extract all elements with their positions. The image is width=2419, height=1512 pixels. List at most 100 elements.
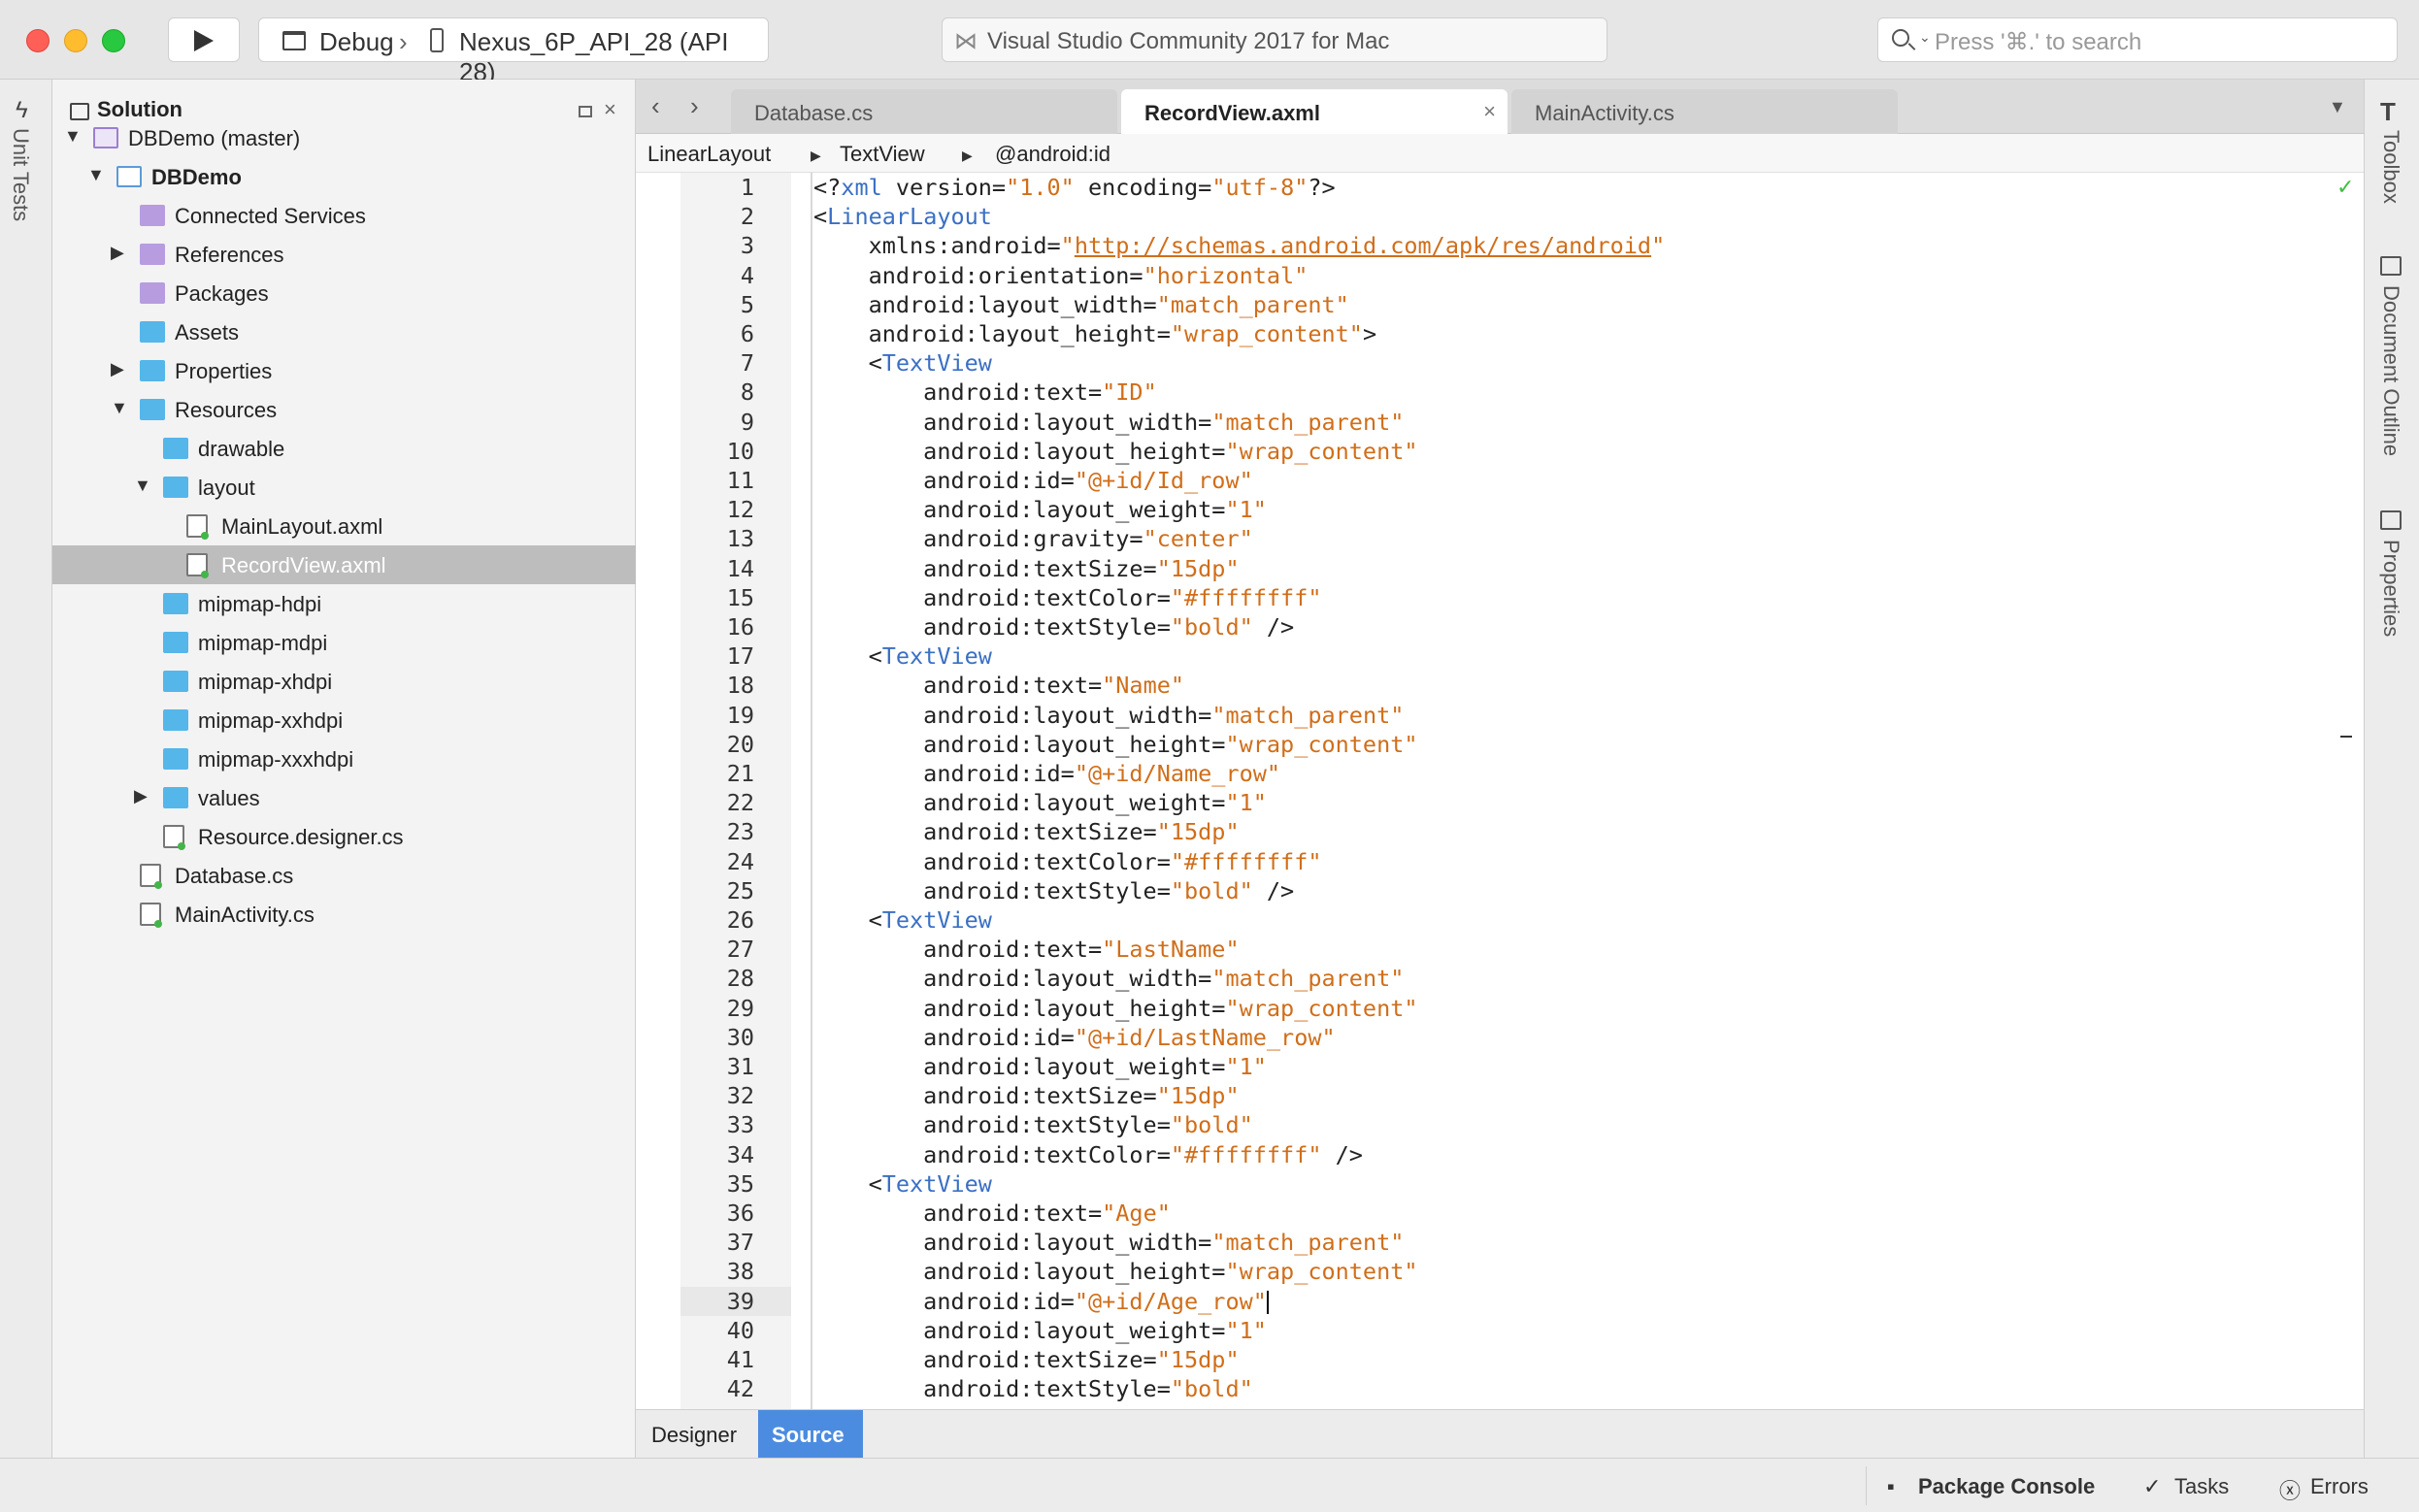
code-line[interactable]: android:textSize="15dp" — [813, 1345, 1239, 1374]
tasks-button[interactable]: Tasks — [2174, 1474, 2229, 1499]
code-line[interactable]: android:layout_height="wrap_content" — [813, 994, 1417, 1023]
tree-item[interactable]: mipmap-xhdpi — [52, 662, 636, 701]
tree-item[interactable]: RecordView.axml — [52, 545, 636, 584]
error-icon: ⓧ — [2279, 1479, 2302, 1503]
code-line[interactable]: android:textSize="15dp" — [813, 817, 1239, 846]
tree-item[interactable]: MainActivity.cs — [52, 895, 636, 934]
code-line[interactable]: <TextView — [813, 348, 992, 378]
disclosure-expanded-icon[interactable]: ▼ — [87, 165, 105, 185]
maximize-window-button[interactable] — [102, 29, 125, 52]
forward-arrow-icon[interactable]: › — [690, 91, 699, 121]
code-line[interactable]: android:text="Name" — [813, 671, 1184, 700]
code-line[interactable]: android:textStyle="bold" /> — [813, 876, 1294, 905]
configuration-selector[interactable]: Debug › Nexus_6P_API_28 (API 28) — [258, 17, 769, 86]
breadcrumb-item[interactable]: TextView — [840, 142, 925, 167]
designer-tab[interactable]: Designer — [636, 1410, 758, 1459]
code-line[interactable]: android:id="@+id/Age_row" — [813, 1287, 1269, 1316]
disclosure-expanded-icon[interactable]: ▼ — [64, 126, 82, 147]
code-line[interactable]: android:id="@+id/Id_row" — [813, 466, 1253, 495]
code-line[interactable]: android:textColor="#ffffffff" — [813, 847, 1321, 876]
tab-database-cs[interactable]: Database.cs — [731, 89, 1117, 134]
disclosure-collapsed-icon[interactable]: ▶ — [111, 243, 124, 263]
code-line[interactable]: android:textSize="15dp" — [813, 554, 1239, 583]
tree-item[interactable]: ▶ Properties — [52, 351, 636, 390]
disclosure-expanded-icon[interactable]: ▼ — [134, 476, 151, 496]
code-line[interactable]: <TextView — [813, 641, 992, 671]
code-line[interactable]: android:layout_width="match_parent" — [813, 290, 1349, 319]
errors-button[interactable]: Errors — [2310, 1474, 2369, 1499]
breadcrumb-item[interactable]: @android:id — [995, 142, 1110, 167]
tree-item[interactable]: mipmap-xxxhdpi — [52, 740, 636, 778]
minimize-window-button[interactable] — [64, 29, 87, 52]
tree-item[interactable]: ▼ layout — [52, 468, 636, 507]
properties-pad-tab[interactable]: Properties — [2378, 540, 2403, 637]
maximize-pane-icon[interactable] — [579, 106, 592, 117]
tab-mainactivity-cs[interactable]: MainActivity.cs — [1511, 89, 1898, 134]
code-line[interactable]: android:layout_weight="1" — [813, 1052, 1267, 1081]
code-line[interactable]: android:layout_weight="1" — [813, 1316, 1267, 1345]
tree-item[interactable]: MainLayout.axml — [52, 507, 636, 545]
code-line[interactable]: <?xml version="1.0" encoding="utf-8"?> — [813, 173, 1336, 202]
tree-item[interactable]: ▶ References — [52, 235, 636, 274]
disclosure-collapsed-icon[interactable]: ▶ — [134, 786, 148, 806]
tree-item[interactable]: drawable — [52, 429, 636, 468]
tree-item[interactable]: Database.cs — [52, 856, 636, 895]
code-line[interactable]: android:text="Age" — [813, 1199, 1171, 1228]
unit-tests-pad-tab[interactable]: Unit Tests — [8, 128, 33, 221]
code-line[interactable]: android:gravity="center" — [813, 524, 1253, 553]
document-outline-pad-tab[interactable]: Document Outline — [2378, 285, 2403, 456]
tree-item[interactable]: Assets — [52, 312, 636, 351]
tree-item[interactable]: mipmap-mdpi — [52, 623, 636, 662]
code-line[interactable]: android:layout_height="wrap_content" — [813, 437, 1417, 466]
tree-item[interactable]: mipmap-xxhdpi — [52, 701, 636, 740]
code-line[interactable]: <LinearLayout — [813, 202, 992, 231]
back-arrow-icon[interactable]: ‹ — [651, 91, 660, 121]
code-line[interactable]: android:layout_height="wrap_content" — [813, 1257, 1417, 1286]
code-line[interactable]: xmlns:android="http://schemas.android.co… — [813, 231, 1666, 260]
code-line[interactable]: android:layout_weight="1" — [813, 495, 1267, 524]
code-line[interactable]: android:id="@+id/LastName_row" — [813, 1023, 1335, 1052]
code-line[interactable]: android:textStyle="bold" — [813, 1374, 1253, 1403]
code-line[interactable]: android:orientation="horizontal" — [813, 261, 1309, 290]
code-line[interactable]: android:layout_height="wrap_content" — [813, 730, 1417, 759]
run-button[interactable] — [168, 17, 240, 62]
breadcrumb-item[interactable]: LinearLayout — [647, 142, 771, 167]
tree-item[interactable]: Packages — [52, 274, 636, 312]
code-line[interactable]: android:textColor="#ffffffff" — [813, 583, 1321, 612]
tree-item[interactable]: ▼ DBDemo (master) — [52, 118, 636, 157]
close-window-button[interactable] — [26, 29, 50, 52]
disclosure-collapsed-icon[interactable]: ▶ — [111, 359, 124, 379]
code-line[interactable]: android:textSize="15dp" — [813, 1081, 1239, 1110]
tree-item-label: mipmap-mdpi — [198, 631, 328, 655]
code-line[interactable]: android:textColor="#ffffffff" /> — [813, 1140, 1363, 1169]
code-line[interactable]: android:text="LastName" — [813, 935, 1239, 964]
code-line[interactable]: android:layout_weight="1" — [813, 788, 1267, 817]
tab-list-dropdown-icon[interactable]: ▼ — [2329, 97, 2346, 117]
tree-item[interactable]: Connected Services — [52, 196, 636, 235]
toolbox-pad-tab[interactable]: Toolbox — [2378, 130, 2403, 204]
code-line[interactable]: android:layout_width="match_parent" — [813, 964, 1404, 993]
tree-item[interactable]: ▼ DBDemo — [52, 157, 636, 196]
code-line[interactable]: android:layout_width="match_parent" — [813, 408, 1404, 437]
code-line[interactable]: <TextView — [813, 1169, 992, 1199]
code-line[interactable]: <TextView — [813, 905, 992, 935]
tree-item[interactable]: mipmap-hdpi — [52, 584, 636, 623]
tree-item[interactable]: ▶ values — [52, 778, 636, 817]
tab-recordview-axml[interactable]: RecordView.axml × — [1121, 89, 1508, 135]
search-field[interactable]: ⌄ Press '⌘.' to search — [1877, 17, 2398, 62]
disclosure-expanded-icon[interactable]: ▼ — [111, 398, 128, 418]
code-editor[interactable]: 1 <?xml version="1.0" encoding="utf-8"?> 2… — [636, 173, 2364, 1489]
code-line[interactable]: android:layout_width="match_parent" — [813, 701, 1404, 730]
code-line[interactable]: android:layout_height="wrap_content"> — [813, 319, 1377, 348]
code-line[interactable]: android:layout_width="match_parent" — [813, 1228, 1404, 1257]
code-line[interactable]: android:text="ID" — [813, 378, 1157, 407]
code-line[interactable]: android:textStyle="bold" — [813, 1110, 1253, 1139]
close-tab-icon[interactable]: × — [1483, 99, 1496, 124]
tree-item[interactable]: Resource.designer.cs — [52, 817, 636, 856]
code-line[interactable]: android:textStyle="bold" /> — [813, 612, 1294, 641]
device-label[interactable]: Nexus_6P_API_28 (API 28) — [459, 27, 768, 87]
package-console-button[interactable]: Package Console — [1918, 1474, 2095, 1499]
code-line[interactable]: android:id="@+id/Name_row" — [813, 759, 1280, 788]
source-tab[interactable]: Source — [758, 1410, 863, 1459]
tree-item[interactable]: ▼ Resources — [52, 390, 636, 429]
